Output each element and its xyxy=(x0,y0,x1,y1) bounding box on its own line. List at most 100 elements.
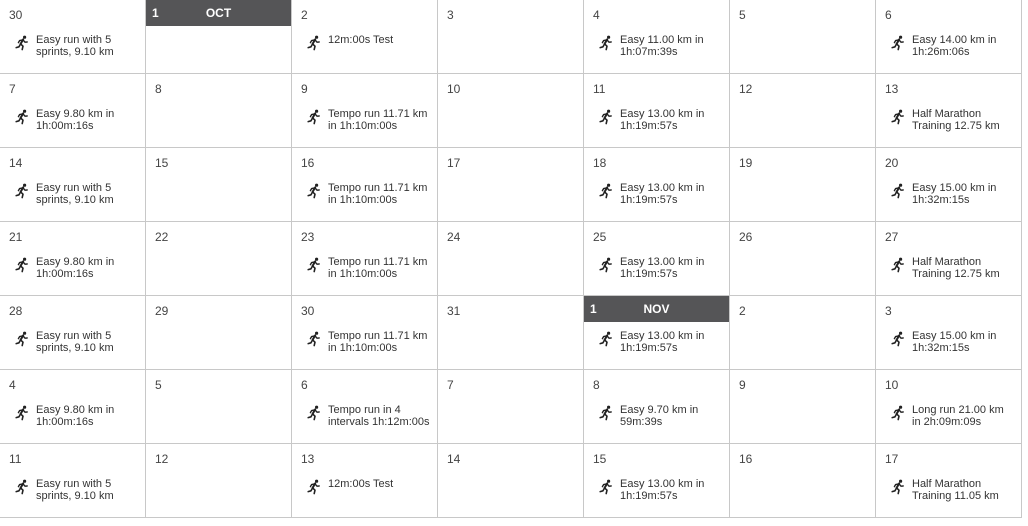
calendar-day[interactable]: 22 xyxy=(146,222,292,296)
calendar-day[interactable]: 18 Easy 13.00 km in 1h:19m:57s xyxy=(584,148,730,222)
day-number: 26 xyxy=(739,230,753,244)
runner-icon xyxy=(598,256,614,278)
workout-entry[interactable]: Tempo run 11.71 km in 1h:10m:00s xyxy=(306,182,431,206)
workout-entry[interactable]: Easy 13.00 km in 1h:19m:57s xyxy=(598,108,723,132)
calendar-day[interactable]: 10 Long run 21.00 km in 2h:09m:09s xyxy=(876,370,1022,444)
calendar-day[interactable]: 28 Easy run with 5 sprints, 9.10 km xyxy=(0,296,146,370)
calendar-day[interactable]: 13 12m:00s Test xyxy=(292,444,438,518)
calendar-day[interactable]: 7 xyxy=(438,370,584,444)
calendar-day[interactable]: 25 Easy 13.00 km in 1h:19m:57s xyxy=(584,222,730,296)
workout-entry[interactable]: Easy run with 5 sprints, 9.10 km xyxy=(14,330,139,354)
calendar-day[interactable]: 30 Tempo run 11.71 km in 1h:10m:00s xyxy=(292,296,438,370)
calendar-day[interactable]: 4 Easy 9.80 km in 1h:00m:16s xyxy=(0,370,146,444)
workout-label: Easy 9.80 km in 1h:00m:16s xyxy=(36,108,115,132)
workout-entry[interactable]: Easy 15.00 km in 1h:32m:15s xyxy=(890,182,1015,206)
calendar-day[interactable]: 26 xyxy=(730,222,876,296)
workout-entry[interactable]: Tempo run in 4 intervals 1h:12m:00s xyxy=(306,404,431,428)
workout-label: Easy 13.00 km in 1h:19m:57s xyxy=(620,478,705,502)
calendar-day[interactable]: 6 Tempo run in 4 intervals 1h:12m:00s xyxy=(292,370,438,444)
calendar-day[interactable]: 6 Easy 14.00 km in 1h:26m:06s xyxy=(876,0,1022,74)
day-number: 15 xyxy=(593,452,607,466)
calendar-day[interactable]: 23 Tempo run 11.71 km in 1h:10m:00s xyxy=(292,222,438,296)
calendar-day[interactable]: 21 Easy 9.80 km in 1h:00m:16s xyxy=(0,222,146,296)
workout-entry[interactable]: Easy 9.70 km in 59m:39s xyxy=(598,404,723,428)
workout-entry[interactable]: Easy 11.00 km in 1h:07m:39s xyxy=(598,34,723,58)
workout-entry[interactable]: Tempo run 11.71 km in 1h:10m:00s xyxy=(306,256,431,280)
workout-label: 12m:00s Test xyxy=(328,34,394,46)
calendar-day[interactable]: 14 Easy run with 5 sprints, 9.10 km xyxy=(0,148,146,222)
calendar-day[interactable]: OCT 1 xyxy=(146,0,292,74)
workout-entry[interactable]: Easy 14.00 km in 1h:26m:06s xyxy=(890,34,1015,58)
runner-icon xyxy=(598,34,614,56)
workout-entry[interactable]: Half Marathon Training 12.75 km xyxy=(890,256,1015,280)
workout-entry[interactable]: Half Marathon Training 12.75 km xyxy=(890,108,1015,132)
runner-icon xyxy=(306,182,322,204)
calendar-day[interactable]: 10 xyxy=(438,74,584,148)
workout-entry[interactable]: Easy 9.80 km in 1h:00m:16s xyxy=(14,256,139,280)
month-label: NOV xyxy=(643,302,670,316)
calendar-day[interactable]: 20 Easy 15.00 km in 1h:32m:15s xyxy=(876,148,1022,222)
workout-label: 12m:00s Test xyxy=(328,478,394,490)
calendar-day[interactable]: 31 xyxy=(438,296,584,370)
day-number: 5 xyxy=(739,8,746,22)
calendar-day[interactable]: 29 xyxy=(146,296,292,370)
day-number: 4 xyxy=(9,378,16,392)
calendar-day[interactable]: 12 xyxy=(146,444,292,518)
calendar-day[interactable]: 30 Easy run with 5 sprints, 9.10 km xyxy=(0,0,146,74)
calendar-day[interactable]: 9 xyxy=(730,370,876,444)
calendar-day[interactable]: 14 xyxy=(438,444,584,518)
calendar-day[interactable]: 19 xyxy=(730,148,876,222)
workout-entry[interactable]: Easy 13.00 km in 1h:19m:57s xyxy=(598,330,723,354)
calendar-day[interactable]: NOV 1 Easy 13.00 km in 1h:19m:57s xyxy=(584,296,730,370)
calendar-day[interactable]: 3 xyxy=(438,0,584,74)
day-number: 17 xyxy=(885,452,899,466)
day-number: 14 xyxy=(447,452,461,466)
workout-entry[interactable]: Easy 9.80 km in 1h:00m:16s xyxy=(14,404,139,428)
calendar-day[interactable]: 7 Easy 9.80 km in 1h:00m:16s xyxy=(0,74,146,148)
calendar-day[interactable]: 13 Half Marathon Training 12.75 km xyxy=(876,74,1022,148)
calendar-day[interactable]: 17 Half Marathon Training 11.05 km xyxy=(876,444,1022,518)
calendar-day[interactable]: 16 xyxy=(730,444,876,518)
workout-entry[interactable]: Easy 13.00 km in 1h:19m:57s xyxy=(598,478,723,502)
calendar-day[interactable]: 27 Half Marathon Training 12.75 km xyxy=(876,222,1022,296)
runner-icon xyxy=(306,256,322,278)
workout-entry[interactable]: Easy 9.80 km in 1h:00m:16s xyxy=(14,108,139,132)
workout-entry[interactable]: Easy 15.00 km in 1h:32m:15s xyxy=(890,330,1015,354)
day-number: 11 xyxy=(593,82,606,96)
workout-entry[interactable]: Easy run with 5 sprints, 9.10 km xyxy=(14,34,139,58)
workout-entry[interactable]: 12m:00s Test xyxy=(306,478,431,500)
calendar-day[interactable]: 4 Easy 11.00 km in 1h:07m:39s xyxy=(584,0,730,74)
day-number: 23 xyxy=(301,230,315,244)
runner-icon xyxy=(890,330,906,352)
workout-entry[interactable]: Tempo run 11.71 km in 1h:10m:00s xyxy=(306,108,431,132)
calendar-day[interactable]: 5 xyxy=(146,370,292,444)
calendar-day[interactable]: 24 xyxy=(438,222,584,296)
calendar-day[interactable]: 16 Tempo run 11.71 km in 1h:10m:00s xyxy=(292,148,438,222)
workout-entry[interactable]: Tempo run 11.71 km in 1h:10m:00s xyxy=(306,330,431,354)
calendar-day[interactable]: 8 Easy 9.70 km in 59m:39s xyxy=(584,370,730,444)
calendar-day[interactable]: 5 xyxy=(730,0,876,74)
calendar-day[interactable]: 8 xyxy=(146,74,292,148)
calendar-day[interactable]: 11 Easy run with 5 sprints, 9.10 km xyxy=(0,444,146,518)
workout-entry[interactable]: Easy 13.00 km in 1h:19m:57s xyxy=(598,182,723,206)
calendar-day[interactable]: 2 12m:00s Test xyxy=(292,0,438,74)
calendar-day[interactable]: 15 xyxy=(146,148,292,222)
workout-label: Easy 9.70 km in 59m:39s xyxy=(620,404,699,428)
runner-icon xyxy=(598,108,614,130)
calendar-day[interactable]: 2 xyxy=(730,296,876,370)
calendar-day[interactable]: 9 Tempo run 11.71 km in 1h:10m:00s xyxy=(292,74,438,148)
calendar-day[interactable]: 11 Easy 13.00 km in 1h:19m:57s xyxy=(584,74,730,148)
workout-entry[interactable]: 12m:00s Test xyxy=(306,34,431,56)
workout-entry[interactable]: Half Marathon Training 11.05 km xyxy=(890,478,1015,502)
calendar-day[interactable]: 3 Easy 15.00 km in 1h:32m:15s xyxy=(876,296,1022,370)
day-number: 2 xyxy=(739,304,746,318)
runner-icon xyxy=(306,330,322,352)
workout-entry[interactable]: Easy run with 5 sprints, 9.10 km xyxy=(14,182,139,206)
calendar-day[interactable]: 12 xyxy=(730,74,876,148)
workout-label: Easy 13.00 km in 1h:19m:57s xyxy=(620,330,705,354)
calendar-day[interactable]: 15 Easy 13.00 km in 1h:19m:57s xyxy=(584,444,730,518)
calendar-day[interactable]: 17 xyxy=(438,148,584,222)
workout-entry[interactable]: Easy run with 5 sprints, 9.10 km xyxy=(14,478,139,502)
workout-entry[interactable]: Easy 13.00 km in 1h:19m:57s xyxy=(598,256,723,280)
workout-entry[interactable]: Long run 21.00 km in 2h:09m:09s xyxy=(890,404,1015,428)
